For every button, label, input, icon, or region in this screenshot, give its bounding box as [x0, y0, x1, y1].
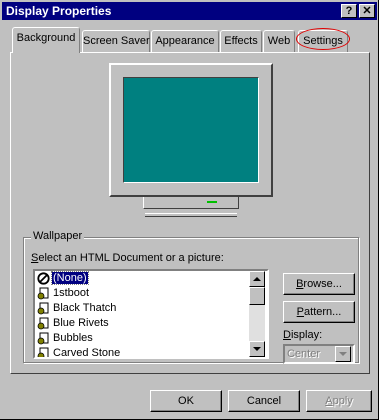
display-label: Display:	[283, 329, 323, 341]
close-button[interactable]: ✕	[359, 4, 375, 18]
monitor-power-led	[207, 201, 217, 203]
background-tab-page: Wallpaper Select an HTML Document or a p…	[10, 52, 370, 374]
html-document-icon	[37, 317, 49, 330]
monitor-base	[145, 213, 237, 217]
list-item[interactable]: 1stboot	[37, 286, 90, 301]
cancel-button[interactable]: Cancel	[228, 390, 300, 412]
select-wallpaper-label: Select an HTML Document or a picture:	[31, 252, 224, 264]
apply-button[interactable]: Apply	[306, 390, 372, 412]
list-item[interactable]: Carved Stone	[37, 346, 121, 357]
ok-button[interactable]: OK	[150, 390, 222, 412]
display-dropdown-button[interactable]	[335, 346, 351, 362]
tab-appearance[interactable]: Appearance	[151, 30, 219, 52]
list-item[interactable]: Bubbles	[37, 331, 94, 346]
title-bar[interactable]: Display Properties ? ✕	[2, 2, 377, 20]
scroll-up-button[interactable]	[249, 271, 265, 287]
list-item[interactable]: Black Thatch	[37, 301, 117, 316]
scroll-thumb[interactable]	[249, 287, 265, 305]
display-dropdown[interactable]: Center	[283, 344, 355, 364]
tab-effects[interactable]: Effects	[220, 30, 262, 52]
list-item[interactable]: (None)	[37, 271, 89, 286]
tab-screen-saver[interactable]: Screen Saver	[82, 30, 150, 52]
chevron-down-icon	[339, 352, 347, 356]
wallpaper-list[interactable]: (None) 1stboot Black Thatch Blue Rivets …	[33, 269, 269, 359]
list-item[interactable]: Blue Rivets	[37, 316, 110, 331]
monitor-stand	[143, 197, 239, 209]
browse-button[interactable]: Browse...	[283, 273, 355, 295]
display-properties-window: Display Properties ? ✕ Background Screen…	[0, 0, 379, 420]
tab-web[interactable]: Web	[263, 30, 295, 52]
arrow-up-icon	[253, 277, 261, 281]
wallpaper-group-label: Wallpaper	[31, 230, 85, 242]
html-document-icon	[37, 302, 49, 315]
html-document-icon	[37, 332, 49, 345]
pattern-button[interactable]: Pattern...	[283, 301, 355, 323]
arrow-down-icon	[253, 347, 261, 351]
window-title: Display Properties	[6, 4, 112, 18]
tab-background[interactable]: Background	[12, 27, 80, 53]
list-scrollbar[interactable]	[249, 271, 265, 357]
scroll-down-button[interactable]	[249, 341, 265, 357]
help-button[interactable]: ?	[341, 4, 357, 18]
none-icon	[37, 272, 50, 285]
display-value: Center	[287, 348, 321, 360]
html-document-icon	[37, 347, 49, 357]
html-document-icon	[37, 287, 49, 300]
monitor-screen	[123, 77, 259, 183]
settings-tab-highlight-circle	[296, 28, 350, 50]
monitor-preview	[109, 63, 273, 197]
